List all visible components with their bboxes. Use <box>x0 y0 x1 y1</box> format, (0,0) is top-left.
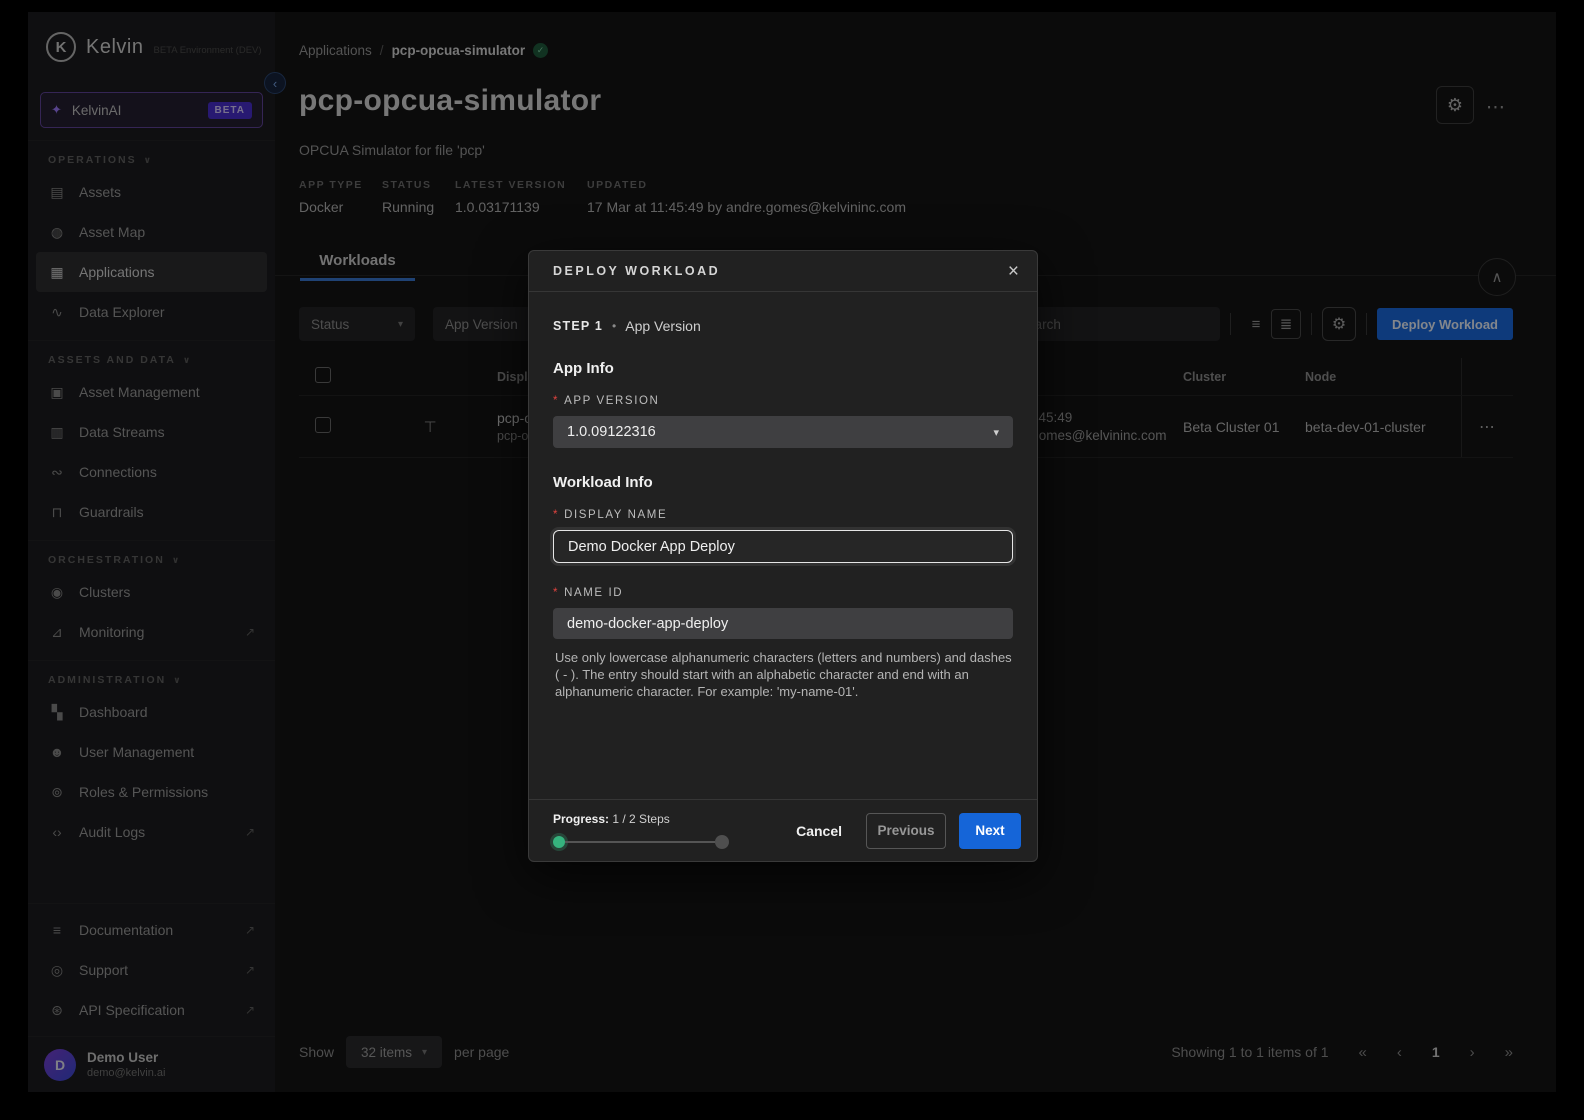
close-icon[interactable]: × <box>1008 262 1019 281</box>
progress-indicator: Progress: 1 / 2 Steps <box>553 812 765 849</box>
app-version-selected-value: 1.0.09122316 <box>567 424 656 440</box>
app-version-select[interactable]: 1.0.09122316 ▾ <box>553 416 1013 448</box>
modal-title: DEPLOY WORKLOAD <box>553 264 720 278</box>
required-asterisk: * <box>553 587 559 599</box>
progress-value: 1 / 2 Steps <box>612 812 669 826</box>
name-id-input[interactable] <box>553 608 1013 639</box>
required-asterisk: * <box>553 509 559 521</box>
name-id-field-label: * NAME ID <box>553 587 1013 599</box>
progress-end-dot <box>715 835 729 849</box>
previous-button[interactable]: Previous <box>866 813 946 849</box>
app-window: ‹ K Kelvin BETA Environment (DEV) ✦ Kelv… <box>28 12 1556 1092</box>
modal-footer: Progress: 1 / 2 Steps Cancel Previous Ne… <box>529 799 1037 861</box>
name-id-help-text: Use only lowercase alphanumeric characte… <box>553 649 1013 700</box>
field-label-text: APP VERSION <box>564 395 659 407</box>
modal-body: STEP 1 • App Version App Info * APP VERS… <box>529 292 1037 700</box>
required-asterisk: * <box>553 395 559 407</box>
chevron-down-icon: ▾ <box>993 426 999 439</box>
step-indicator: STEP 1 • App Version <box>553 318 1013 334</box>
progress-track <box>565 841 715 843</box>
deploy-workload-modal: DEPLOY WORKLOAD × STEP 1 • App Version A… <box>528 250 1038 862</box>
display-name-field-label: * DISPLAY NAME <box>553 509 1013 521</box>
bullet-icon: • <box>612 319 616 333</box>
display-name-input[interactable] <box>553 530 1013 563</box>
field-label-text: DISPLAY NAME <box>564 509 667 521</box>
step-name: App Version <box>625 318 701 334</box>
progress-current-dot <box>553 836 565 848</box>
app-info-heading: App Info <box>553 360 1013 377</box>
cancel-button[interactable]: Cancel <box>786 815 852 847</box>
progress-label: Progress: <box>553 812 609 826</box>
workload-info-heading: Workload Info <box>553 474 1013 491</box>
step-label: STEP 1 <box>553 319 603 333</box>
field-label-text: NAME ID <box>564 587 623 599</box>
app-version-field-label: * APP VERSION <box>553 395 1013 407</box>
progress-slider <box>553 835 729 849</box>
next-button[interactable]: Next <box>959 813 1021 849</box>
modal-header: DEPLOY WORKLOAD × <box>529 251 1037 292</box>
